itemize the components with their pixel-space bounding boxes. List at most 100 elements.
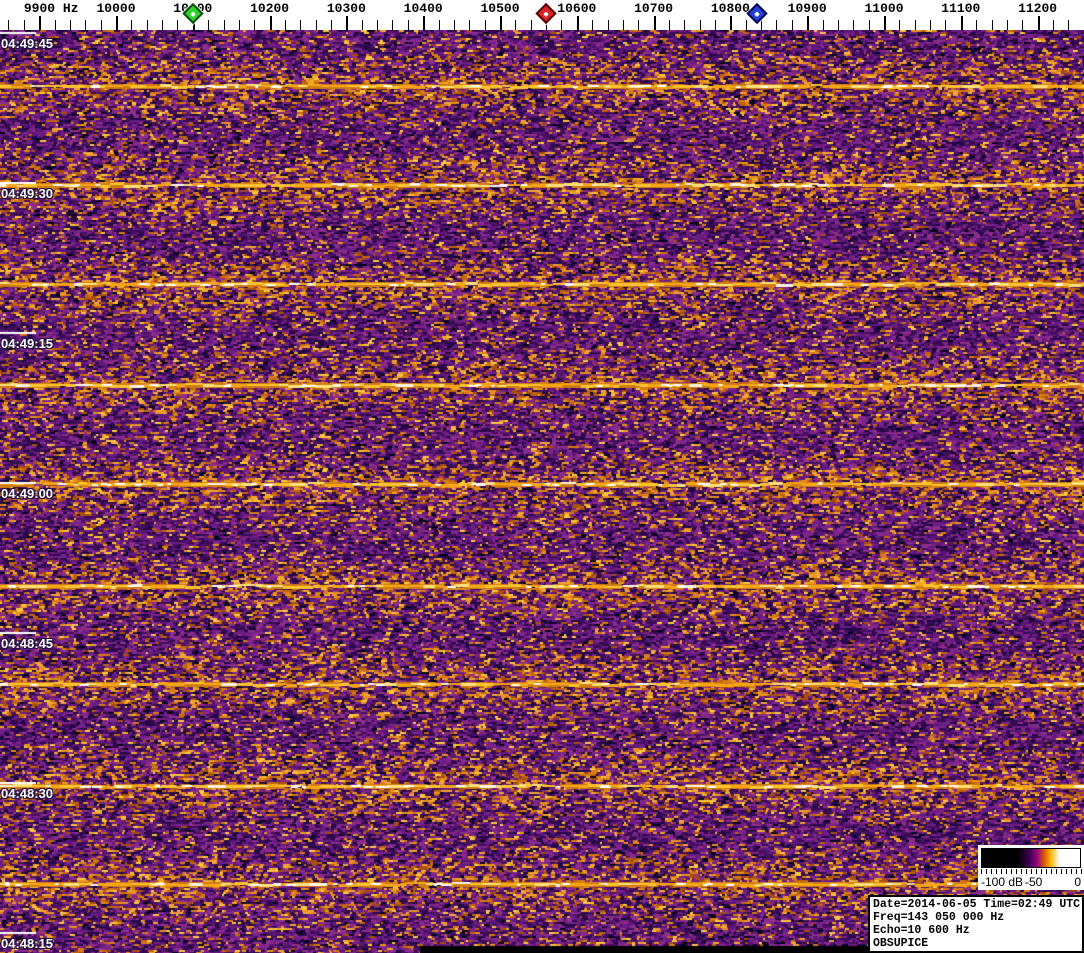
freq-tick-label: 11000 — [864, 1, 904, 16]
freq-minor-tick — [238, 20, 240, 30]
freq-minor-tick — [392, 20, 394, 30]
freq-minor-tick — [622, 20, 624, 30]
colorbar-label-mid: -50 — [1025, 875, 1043, 889]
freq-minor-tick — [69, 20, 71, 30]
freq-minor-tick — [315, 20, 317, 30]
freq-minor-tick — [1022, 20, 1024, 30]
info-frequency: Freq=143 050 000 Hz — [873, 911, 1005, 924]
time-tick-label: 04:49:45 — [1, 36, 54, 51]
time-tick-label: 04:49:15 — [1, 336, 54, 351]
freq-minor-tick — [54, 20, 56, 30]
freq-minor-tick — [776, 20, 778, 30]
freq-minor-tick — [715, 20, 717, 30]
red-marker[interactable] — [535, 2, 557, 25]
colorbar-tick — [1001, 869, 1002, 874]
freq-minor-tick — [208, 20, 210, 30]
freq-tick-label: 11200 — [1018, 1, 1058, 16]
red-marker-center-dot — [543, 10, 549, 17]
colorbar-tick — [1016, 869, 1017, 874]
freq-minor-tick — [868, 20, 870, 30]
freq-minor-tick — [638, 20, 640, 30]
colorbar-tick — [991, 869, 992, 874]
freq-minor-tick — [1068, 20, 1070, 30]
freq-tick-label: 10200 — [250, 1, 290, 16]
freq-major-tick — [346, 16, 349, 30]
colorbar-tick — [1061, 869, 1062, 874]
freq-tick-label: 10500 — [480, 1, 520, 16]
freq-minor-tick — [100, 20, 102, 30]
freq-major-tick — [576, 16, 579, 30]
waterfall-display — [0, 30, 1084, 953]
colorbar-tick — [1011, 869, 1012, 874]
freq-minor-tick — [561, 20, 563, 30]
freq-tick-label: 10900 — [787, 1, 827, 16]
freq-major-tick — [39, 16, 42, 30]
colorbar-label-min: -100 dB — [981, 875, 1024, 889]
freq-minor-tick — [699, 20, 701, 30]
freq-minor-tick — [530, 20, 532, 30]
colorbar-tick — [1056, 869, 1057, 874]
colorbar-tick — [1071, 869, 1072, 874]
freq-minor-tick — [85, 20, 87, 30]
freq-minor-tick — [1052, 20, 1054, 30]
freq-major-tick — [1037, 16, 1040, 30]
info-station: OBSUPICE — [873, 937, 929, 950]
info-date-time: Date=2014-06-05 Time=02:49 UTC — [873, 898, 1081, 911]
colorbar-legend: -100 dB -50 0 — [978, 845, 1084, 890]
freq-minor-tick — [131, 20, 133, 30]
freq-major-tick — [653, 16, 656, 30]
colorbar-labels: -100 dB -50 0 — [978, 875, 1084, 889]
colorbar-tick — [1051, 869, 1052, 874]
freq-major-tick — [423, 16, 426, 30]
freq-minor-tick — [23, 20, 25, 30]
colorbar-tick — [1036, 869, 1037, 874]
frequency-axis: 9900 Hz100001010010200103001040010500106… — [0, 0, 1084, 30]
time-tick-label: 04:48:45 — [1, 636, 54, 651]
colorbar-tick — [1026, 869, 1027, 874]
freq-minor-tick — [684, 20, 686, 30]
freq-minor-tick — [453, 20, 455, 30]
freq-minor-tick — [791, 20, 793, 30]
freq-minor-tick — [8, 20, 10, 30]
freq-minor-tick — [592, 20, 594, 30]
freq-major-tick — [116, 16, 118, 30]
freq-major-tick — [730, 16, 733, 30]
time-tick-label: 04:49:30 — [1, 186, 54, 201]
blue-marker-center-dot — [754, 10, 761, 17]
colorbar-label-max: 0 — [1074, 875, 1081, 889]
colorbar-tick — [986, 869, 987, 874]
freq-minor-tick — [607, 20, 609, 30]
freq-major-tick — [960, 16, 963, 30]
freq-major-tick — [884, 16, 886, 30]
freq-minor-tick — [162, 20, 164, 30]
freq-minor-tick — [331, 20, 333, 30]
freq-minor-tick — [361, 20, 363, 30]
freq-minor-tick — [822, 20, 824, 30]
colorbar-tick — [1066, 869, 1067, 874]
freq-tick-label: 10400 — [403, 1, 443, 16]
freq-tick-label: 10600 — [557, 1, 597, 16]
colorbar-tick — [1081, 869, 1082, 874]
freq-minor-tick — [976, 20, 978, 30]
colorbar-tick — [981, 869, 982, 874]
freq-minor-tick — [1006, 20, 1008, 30]
colorbar-tick — [1076, 869, 1077, 874]
freq-tick-label: 9900 Hz — [23, 1, 79, 16]
freq-minor-tick — [515, 20, 517, 30]
colorbar-tick — [1031, 869, 1032, 874]
green-marker-center-dot — [189, 10, 196, 17]
colorbar-gradient — [981, 848, 1081, 868]
colorbar-ticks — [981, 869, 1082, 874]
freq-minor-tick — [991, 20, 993, 30]
colorbar-tick — [1041, 869, 1042, 874]
info-box: Date=2014-06-05 Time=02:49 UTC Freq=143 … — [868, 895, 1084, 953]
freq-minor-tick — [284, 20, 286, 30]
freq-minor-tick — [899, 20, 901, 30]
freq-tick-label: 11100 — [941, 1, 981, 16]
freq-tick-label: 10000 — [96, 1, 136, 16]
spectrogram-app: 9900 Hz100001010010200103001040010500106… — [0, 0, 1084, 953]
colorbar-tick — [1006, 869, 1007, 874]
freq-minor-tick — [914, 20, 916, 30]
freq-minor-tick — [484, 20, 486, 30]
freq-tick-label: 10300 — [326, 1, 366, 16]
